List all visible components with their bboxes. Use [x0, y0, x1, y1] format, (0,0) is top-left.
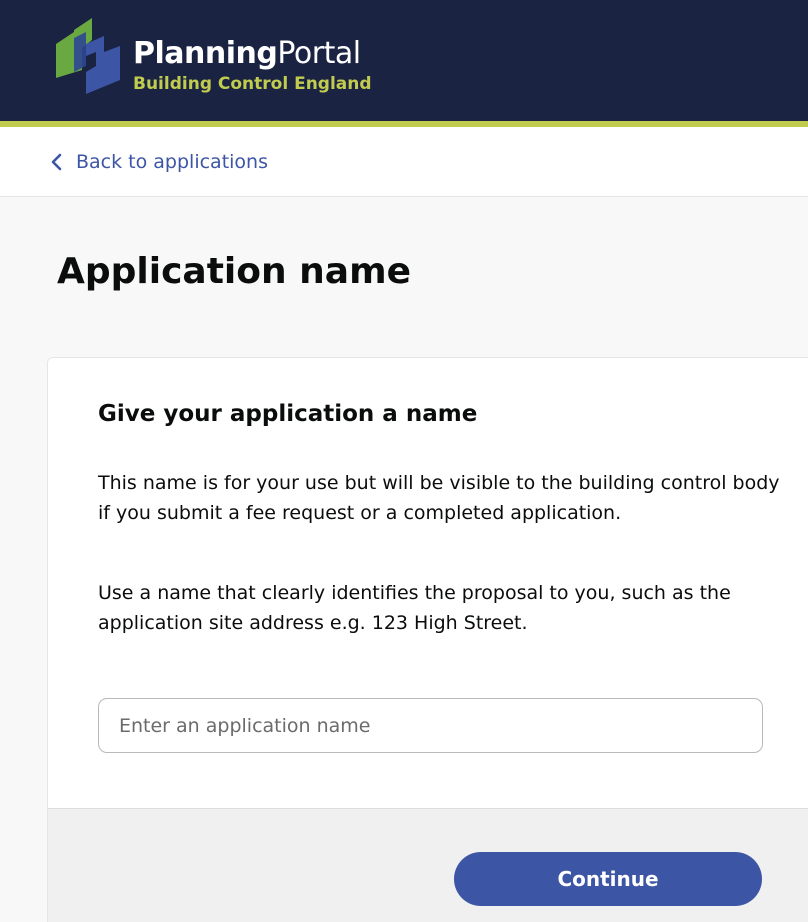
- brand-subtitle: Building Control England: [133, 74, 372, 94]
- chevron-left-icon: [51, 153, 62, 171]
- back-to-applications-link[interactable]: Back to applications: [48, 147, 268, 177]
- back-nav-bar: Back to applications: [0, 127, 808, 197]
- brand-name: PlanningPortal: [133, 34, 361, 74]
- application-name-card: Give your application a name This name i…: [47, 357, 808, 922]
- brand-name-light: Portal: [277, 36, 361, 71]
- brand-name-strong: Planning: [133, 36, 278, 71]
- back-link-label: Back to applications: [76, 151, 268, 173]
- card-footer: Continue: [48, 808, 808, 922]
- application-name-input[interactable]: [98, 698, 763, 753]
- visibility-info-text: This name is for your use but will be vi…: [98, 472, 780, 524]
- site-header: PlanningPortal Building Control England: [0, 0, 808, 121]
- page-title: Application name: [57, 251, 412, 292]
- planning-portal-logo-icon[interactable]: [56, 18, 124, 94]
- continue-button[interactable]: Continue: [454, 852, 762, 906]
- naming-guidance-text: Use a name that clearly identifies the p…: [98, 582, 731, 634]
- card-heading: Give your application a name: [98, 401, 478, 427]
